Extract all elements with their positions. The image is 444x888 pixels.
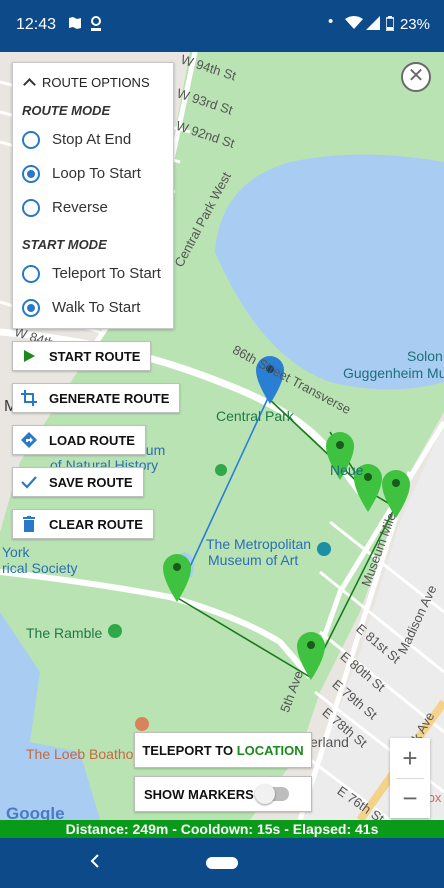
home-button[interactable] [206,857,238,869]
map-label-neue: Neue [330,462,364,478]
location-person-icon [90,16,102,36]
radio-button[interactable] [22,265,40,283]
close-button[interactable]: ✕ [401,62,431,92]
generate-route-label: GENERATE ROUTE [49,390,170,406]
battery-icon [385,16,395,35]
signal-icon [366,16,380,34]
radio-label: Stop At End [52,131,132,148]
radio-button[interactable] [22,299,40,317]
status-bar: 12:43 • 23% [0,0,444,52]
save-route-button[interactable]: SAVE ROUTE [12,467,144,497]
radio-label: Loop To Start [52,165,141,182]
radio-label: Walk To Start [52,299,141,316]
teleport-label-location: LOCATION [236,742,304,758]
show-markers-toggle[interactable] [255,784,289,804]
map-label-central-park: Central Park [216,408,294,424]
generate-route-button[interactable]: GENERATE ROUTE [12,383,181,413]
route-stats-bar: Distance: 249m - Cooldown: 15s - Elapsed… [0,820,444,838]
status-time: 12:43 [16,16,57,33]
back-button[interactable] [90,852,100,873]
crop-icon [21,390,37,406]
radio-button[interactable] [22,199,40,217]
start-route-button[interactable]: START ROUTE [12,341,152,371]
route-mode-label: ROUTE MODE [22,103,111,118]
start-route-label: START ROUTE [49,348,141,364]
route-options-header[interactable]: ROUTE OPTIONS [23,75,150,91]
map-label-solomon: Solon [407,348,443,364]
play-icon [21,348,37,364]
radio-button[interactable] [22,131,40,149]
teleport-to-location-button[interactable]: TELEPORT TO LOCATION [134,732,312,768]
check-icon [21,474,37,490]
map-label-loeb: The Loeb Boathou [26,746,142,762]
back-icon [90,854,99,868]
map-label-society: rical Society [2,560,78,576]
system-nav-bar [0,838,444,888]
map-label-erland: erland [310,734,349,750]
minus-icon: − [402,783,418,813]
plus-icon: + [402,743,418,773]
zoom-controls: + − [390,738,430,818]
directions-icon [21,432,37,448]
chevron-up-icon [23,78,36,91]
radio-reverse[interactable]: Reverse [22,197,172,223]
start-mode-label: START MODE [22,237,107,252]
save-route-label: SAVE ROUTE [49,474,133,490]
radio-walk-to-start[interactable]: Walk To Start [22,297,172,323]
load-route-label: LOAD ROUTE [49,432,135,448]
wifi-icon [345,16,363,34]
route-options-title: ROUTE OPTIONS [42,75,150,90]
map-icon [68,16,82,34]
teleport-label-prefix: TELEPORT TO [142,742,237,758]
map-label-guggenheim: Guggenheim Muse [343,365,444,381]
clear-route-label: CLEAR ROUTE [49,516,143,532]
close-icon: ✕ [407,65,425,87]
route-options-panel: ROUTE OPTIONS ROUTE MODE Stop At End Loo… [12,62,174,329]
battery-percent: 23% [399,16,430,33]
map-label-york: York [2,544,30,560]
map-label-met-1: The Metropolitan [206,536,312,552]
zoom-out-button[interactable]: − [390,778,430,818]
radio-stop-at-end[interactable]: Stop At End [22,129,172,155]
radio-label: Reverse [52,199,108,216]
load-route-button[interactable]: LOAD ROUTE [12,425,146,455]
show-markers-row[interactable]: SHOW MARKERS [134,776,312,812]
radio-button[interactable] [22,165,40,183]
notification-dot-icon: • [328,13,334,30]
zoom-in-button[interactable]: + [390,738,430,778]
toggle-knob [255,784,275,804]
radio-label: Teleport To Start [52,265,161,282]
clear-route-button[interactable]: CLEAR ROUTE [12,509,154,539]
map-label-met-2: Museum of Art [208,552,299,568]
map-label-ramble: The Ramble [26,625,103,641]
google-logo: Google [6,804,65,820]
show-markers-label: SHOW MARKERS [144,787,254,802]
radio-teleport-to-start[interactable]: Teleport To Start [22,263,172,289]
trash-icon [21,516,37,532]
radio-loop-to-start[interactable]: Loop To Start [22,163,172,189]
